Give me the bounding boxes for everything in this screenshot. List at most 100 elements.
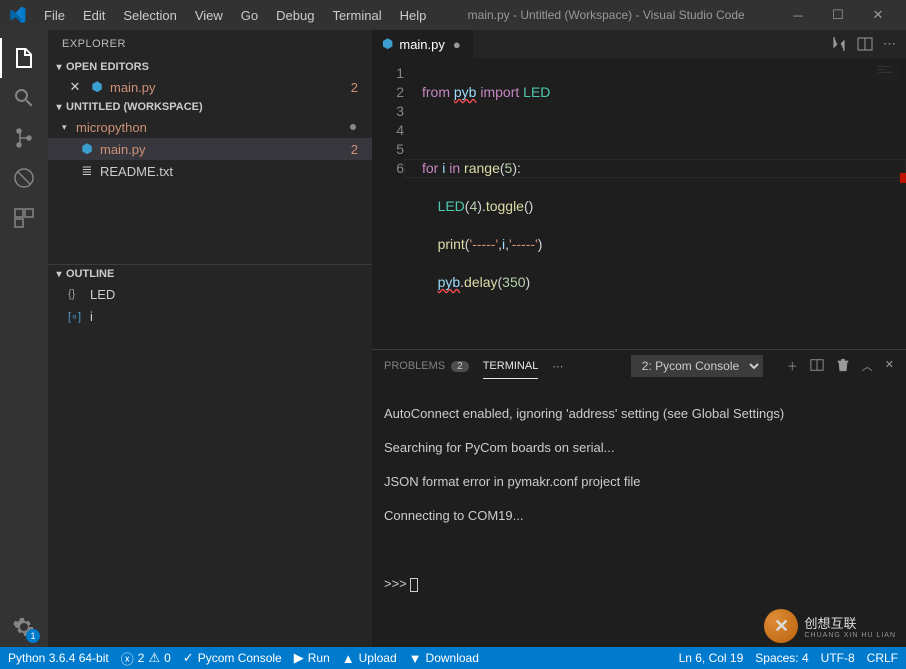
problems-count: 2 [451,361,469,372]
activity-debug[interactable] [0,158,48,198]
compare-changes-icon[interactable] [831,36,847,52]
section-outline[interactable]: ▾ OUTLINE [48,264,372,283]
file-label: main.py [110,80,156,95]
activity-bar: 1 [0,30,48,647]
file-row[interactable]: ⬢ main.py 2 [48,138,372,160]
split-terminal-icon[interactable] [810,358,824,374]
python-file-icon: ⬢ [88,79,106,95]
status-encoding[interactable]: UTF-8 [821,651,855,665]
more-panels-icon[interactable]: ⋯ [552,360,563,373]
menu-go[interactable]: Go [233,4,266,27]
activity-settings[interactable]: 1 [0,607,48,647]
split-editor-icon[interactable] [857,36,873,52]
python-file-icon: ⬢ [78,141,96,157]
panel-tab-terminal[interactable]: TERMINAL [483,354,539,379]
modified-dot-icon [350,124,356,130]
chevron-down-icon: ▾ [62,122,74,133]
menu-view[interactable]: View [187,4,231,27]
section-open-editors[interactable]: ▾ OPEN EDITORS [48,58,372,76]
status-download[interactable]: ▼Download [409,651,479,666]
folder-row[interactable]: ▾ micropython [48,116,372,138]
activity-search[interactable] [0,78,48,118]
symbol-label: i [90,309,93,324]
close-panel-icon[interactable]: ✕ [885,358,894,374]
explorer-sidebar: EXPLORER ▾ OPEN EDITORS ✕ ⬢ main.py 2 ▾ … [48,30,372,647]
chevron-down-icon: ▾ [52,102,66,113]
outline-symbol[interactable]: {} LED [48,283,372,305]
menu-debug[interactable]: Debug [268,4,322,27]
problem-badge: 2 [351,142,358,157]
file-label: README.txt [100,164,173,179]
open-editor-item[interactable]: ✕ ⬢ main.py 2 [48,76,372,98]
problem-badge: 2 [351,80,358,95]
menu-bar: File Edit Selection View Go Debug Termin… [36,4,434,27]
status-python[interactable]: Python 3.6.4 64-bit [8,651,109,665]
close-dirty-icon[interactable]: ✕ [66,79,84,95]
error-icon: ⓧ [121,649,134,668]
status-problems[interactable]: ⓧ2 ⚠0 [121,649,171,668]
close-tab-icon[interactable]: ● [451,37,463,52]
activity-scm[interactable] [0,118,48,158]
title-bar: File Edit Selection View Go Debug Termin… [0,0,906,30]
sidebar-title: EXPLORER [48,30,372,58]
activity-extensions[interactable] [0,198,48,238]
terminal-cursor [410,578,418,592]
status-eol[interactable]: CRLF [867,651,898,665]
editor-group: ⬢ main.py ● ⋯ 1 2 3 4 5 6 from pyb impor… [372,30,906,647]
terminal-selector[interactable]: 2: Pycom Console [631,355,763,377]
status-cursor-position[interactable]: Ln 6, Col 19 [679,651,744,665]
menu-selection[interactable]: Selection [115,4,184,27]
code-content[interactable]: from pyb import LED for i in range(5): L… [422,64,906,349]
text-file-icon: ≣ [78,163,96,179]
play-icon: ▶ [294,650,304,666]
symbol-label: LED [90,287,115,302]
status-upload[interactable]: ▲Upload [342,651,397,666]
more-actions-icon[interactable]: ⋯ [883,36,896,52]
warning-icon: ⚠ [148,650,160,666]
window-controls: ─ ☐ ✕ [778,0,898,30]
code-editor[interactable]: 1 2 3 4 5 6 from pyb import LED for i in… [372,58,906,349]
section-workspace[interactable]: ▾ UNTITLED (WORKSPACE) [48,98,372,116]
terminal-output[interactable]: AutoConnect enabled, ignoring 'address' … [372,382,906,647]
panel-tabs: PROBLEMS 2 TERMINAL ⋯ 2: Pycom Console ＋… [372,350,906,382]
chevron-down-icon: ▾ [52,269,66,280]
status-indentation[interactable]: Spaces: 4 [755,651,808,665]
close-button[interactable]: ✕ [858,0,898,30]
minimize-button[interactable]: ─ [778,0,818,30]
activity-explorer[interactable] [0,38,48,78]
chevron-down-icon: ▾ [52,62,66,73]
workspace-label: UNTITLED (WORKSPACE) [66,101,203,113]
open-editors-label: OPEN EDITORS [66,61,149,73]
kill-terminal-icon[interactable] [836,358,850,374]
download-icon: ▼ [409,651,422,666]
new-terminal-icon[interactable]: ＋ [787,358,798,374]
vscode-logo-icon [8,6,26,24]
python-file-icon: ⬢ [382,36,393,52]
window-title: main.py - Untitled (Workspace) - Visual … [434,8,778,22]
menu-help[interactable]: Help [392,4,435,27]
line-gutter: 1 2 3 4 5 6 [372,64,422,349]
symbol-variable-icon: [∘] [68,310,88,323]
menu-terminal[interactable]: Terminal [324,4,389,27]
status-pycom-console[interactable]: ✓Pycom Console [183,650,282,666]
minimap[interactable] [876,64,898,82]
menu-file[interactable]: File [36,4,73,27]
overview-ruler-error [900,173,906,183]
maximize-button[interactable]: ☐ [818,0,858,30]
outline-label: OUTLINE [66,268,114,280]
outline-symbol[interactable]: [∘] i [48,305,372,327]
status-run[interactable]: ▶Run [294,650,330,666]
panel-actions: ＋ ︿ ✕ [787,358,894,374]
panel-tab-problems[interactable]: PROBLEMS 2 [384,354,469,378]
tab-label: main.py [399,37,445,52]
editor-tab[interactable]: ⬢ main.py ● [372,30,474,58]
folder-label: micropython [76,120,147,135]
file-row[interactable]: ≣ README.txt [48,160,372,182]
file-label: main.py [100,142,146,157]
status-bar: Python 3.6.4 64-bit ⓧ2 ⚠0 ✓Pycom Console… [0,647,906,669]
settings-badge: 1 [26,629,40,643]
symbol-namespace-icon: {} [68,288,88,300]
maximize-panel-icon[interactable]: ︿ [862,358,873,374]
menu-edit[interactable]: Edit [75,4,113,27]
check-icon: ✓ [183,650,194,666]
